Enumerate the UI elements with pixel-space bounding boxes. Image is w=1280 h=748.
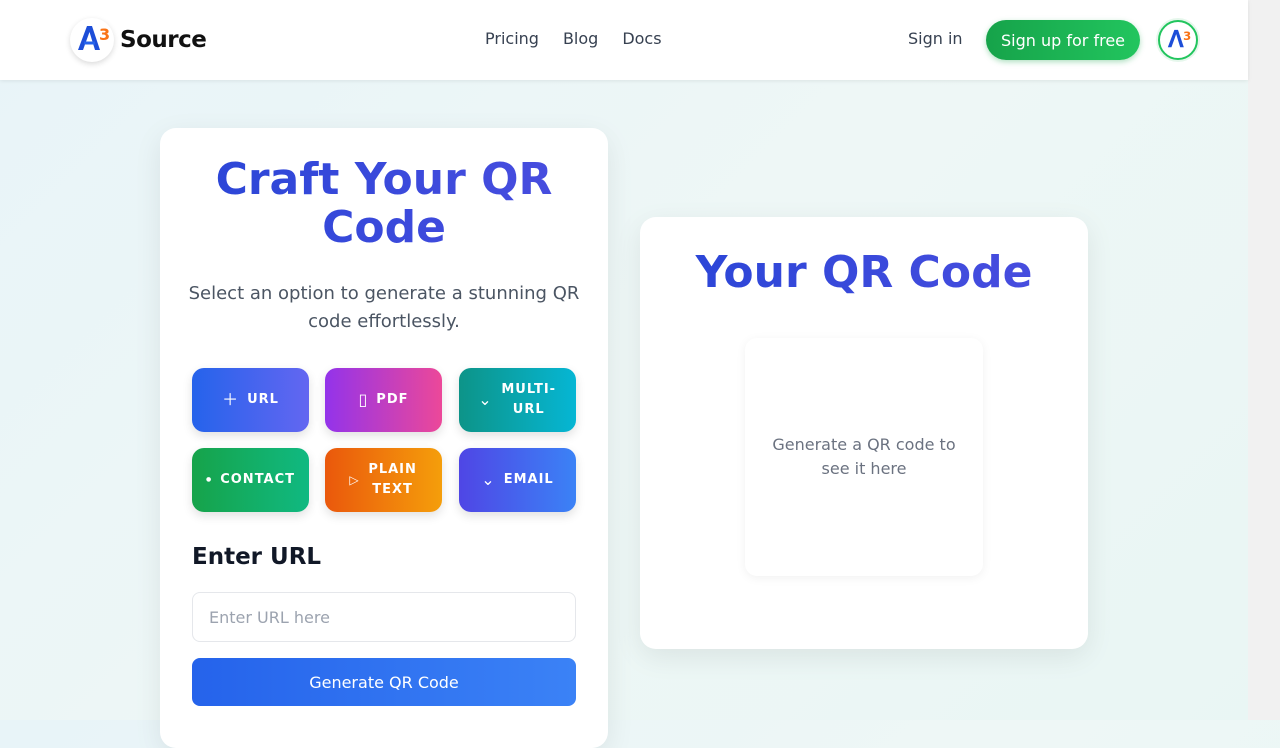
option-pdf-button[interactable]: ▯ PDF [325,368,442,432]
chevron-down-icon: ⌄ [478,390,493,409]
qr-preview-card: Your QR Code Generate a QR code to see i… [640,217,1088,649]
main-nav: Pricing Blog Docs [485,29,662,48]
input-label: Enter URL [192,544,322,570]
generate-qr-button[interactable]: Generate QR Code [192,658,576,706]
empty-hint: Generate a QR code to see it here [772,435,956,478]
svg-text:3: 3 [99,25,110,44]
option-label: CONTACT [220,472,296,487]
option-label: PLAIN TEXT [368,462,417,497]
nav-docs[interactable]: Docs [622,29,661,48]
generator-subtitle: Select an option to generate a stunning … [188,283,580,332]
preview-title: Your QR Code [640,245,1088,301]
scrollbar-track[interactable] [1248,0,1280,720]
svg-text:3: 3 [1183,29,1191,43]
nav-blog[interactable]: Blog [563,29,598,48]
plus-icon: ＋ [222,390,240,409]
option-email-button[interactable]: ⌄ EMAIL [459,448,576,512]
url-input[interactable] [192,592,576,642]
qr-preview-area: Generate a QR code to see it here [745,338,983,576]
option-label: PDF [376,392,409,407]
option-plain-text-button[interactable]: ▷ PLAIN TEXT [325,448,442,512]
a3-logo-icon: 3 [70,18,114,62]
dot-icon: ● [205,476,213,483]
chevron-down-icon: ⌄ [481,470,496,489]
site-header: 3 Source Pricing Blog Docs Sign in Sign … [0,0,1248,80]
option-label: URL [247,392,279,407]
file-icon: ▯ [358,390,369,409]
option-label: MULTI-URL [501,382,557,417]
sign-in-link[interactable]: Sign in [908,29,963,48]
qr-generator-card: Craft Your QR Code Select an option to g… [160,128,608,748]
sign-up-button[interactable]: Sign up for free [986,20,1140,60]
option-label: EMAIL [503,472,554,487]
logo-text: Source [120,27,207,53]
logo[interactable]: 3 Source [70,18,207,62]
avatar[interactable]: 3 [1158,20,1198,60]
option-contact-button[interactable]: ● CONTACT [192,448,309,512]
avatar-logo-icon: 3 [1167,29,1191,48]
option-url-button[interactable]: ＋ URL [192,368,309,432]
option-multi-url-button[interactable]: ⌄ MULTI-URL [459,368,576,432]
generator-title: Craft Your QR Code [160,156,608,252]
nav-pricing[interactable]: Pricing [485,29,539,48]
play-icon: ▷ [349,473,360,487]
